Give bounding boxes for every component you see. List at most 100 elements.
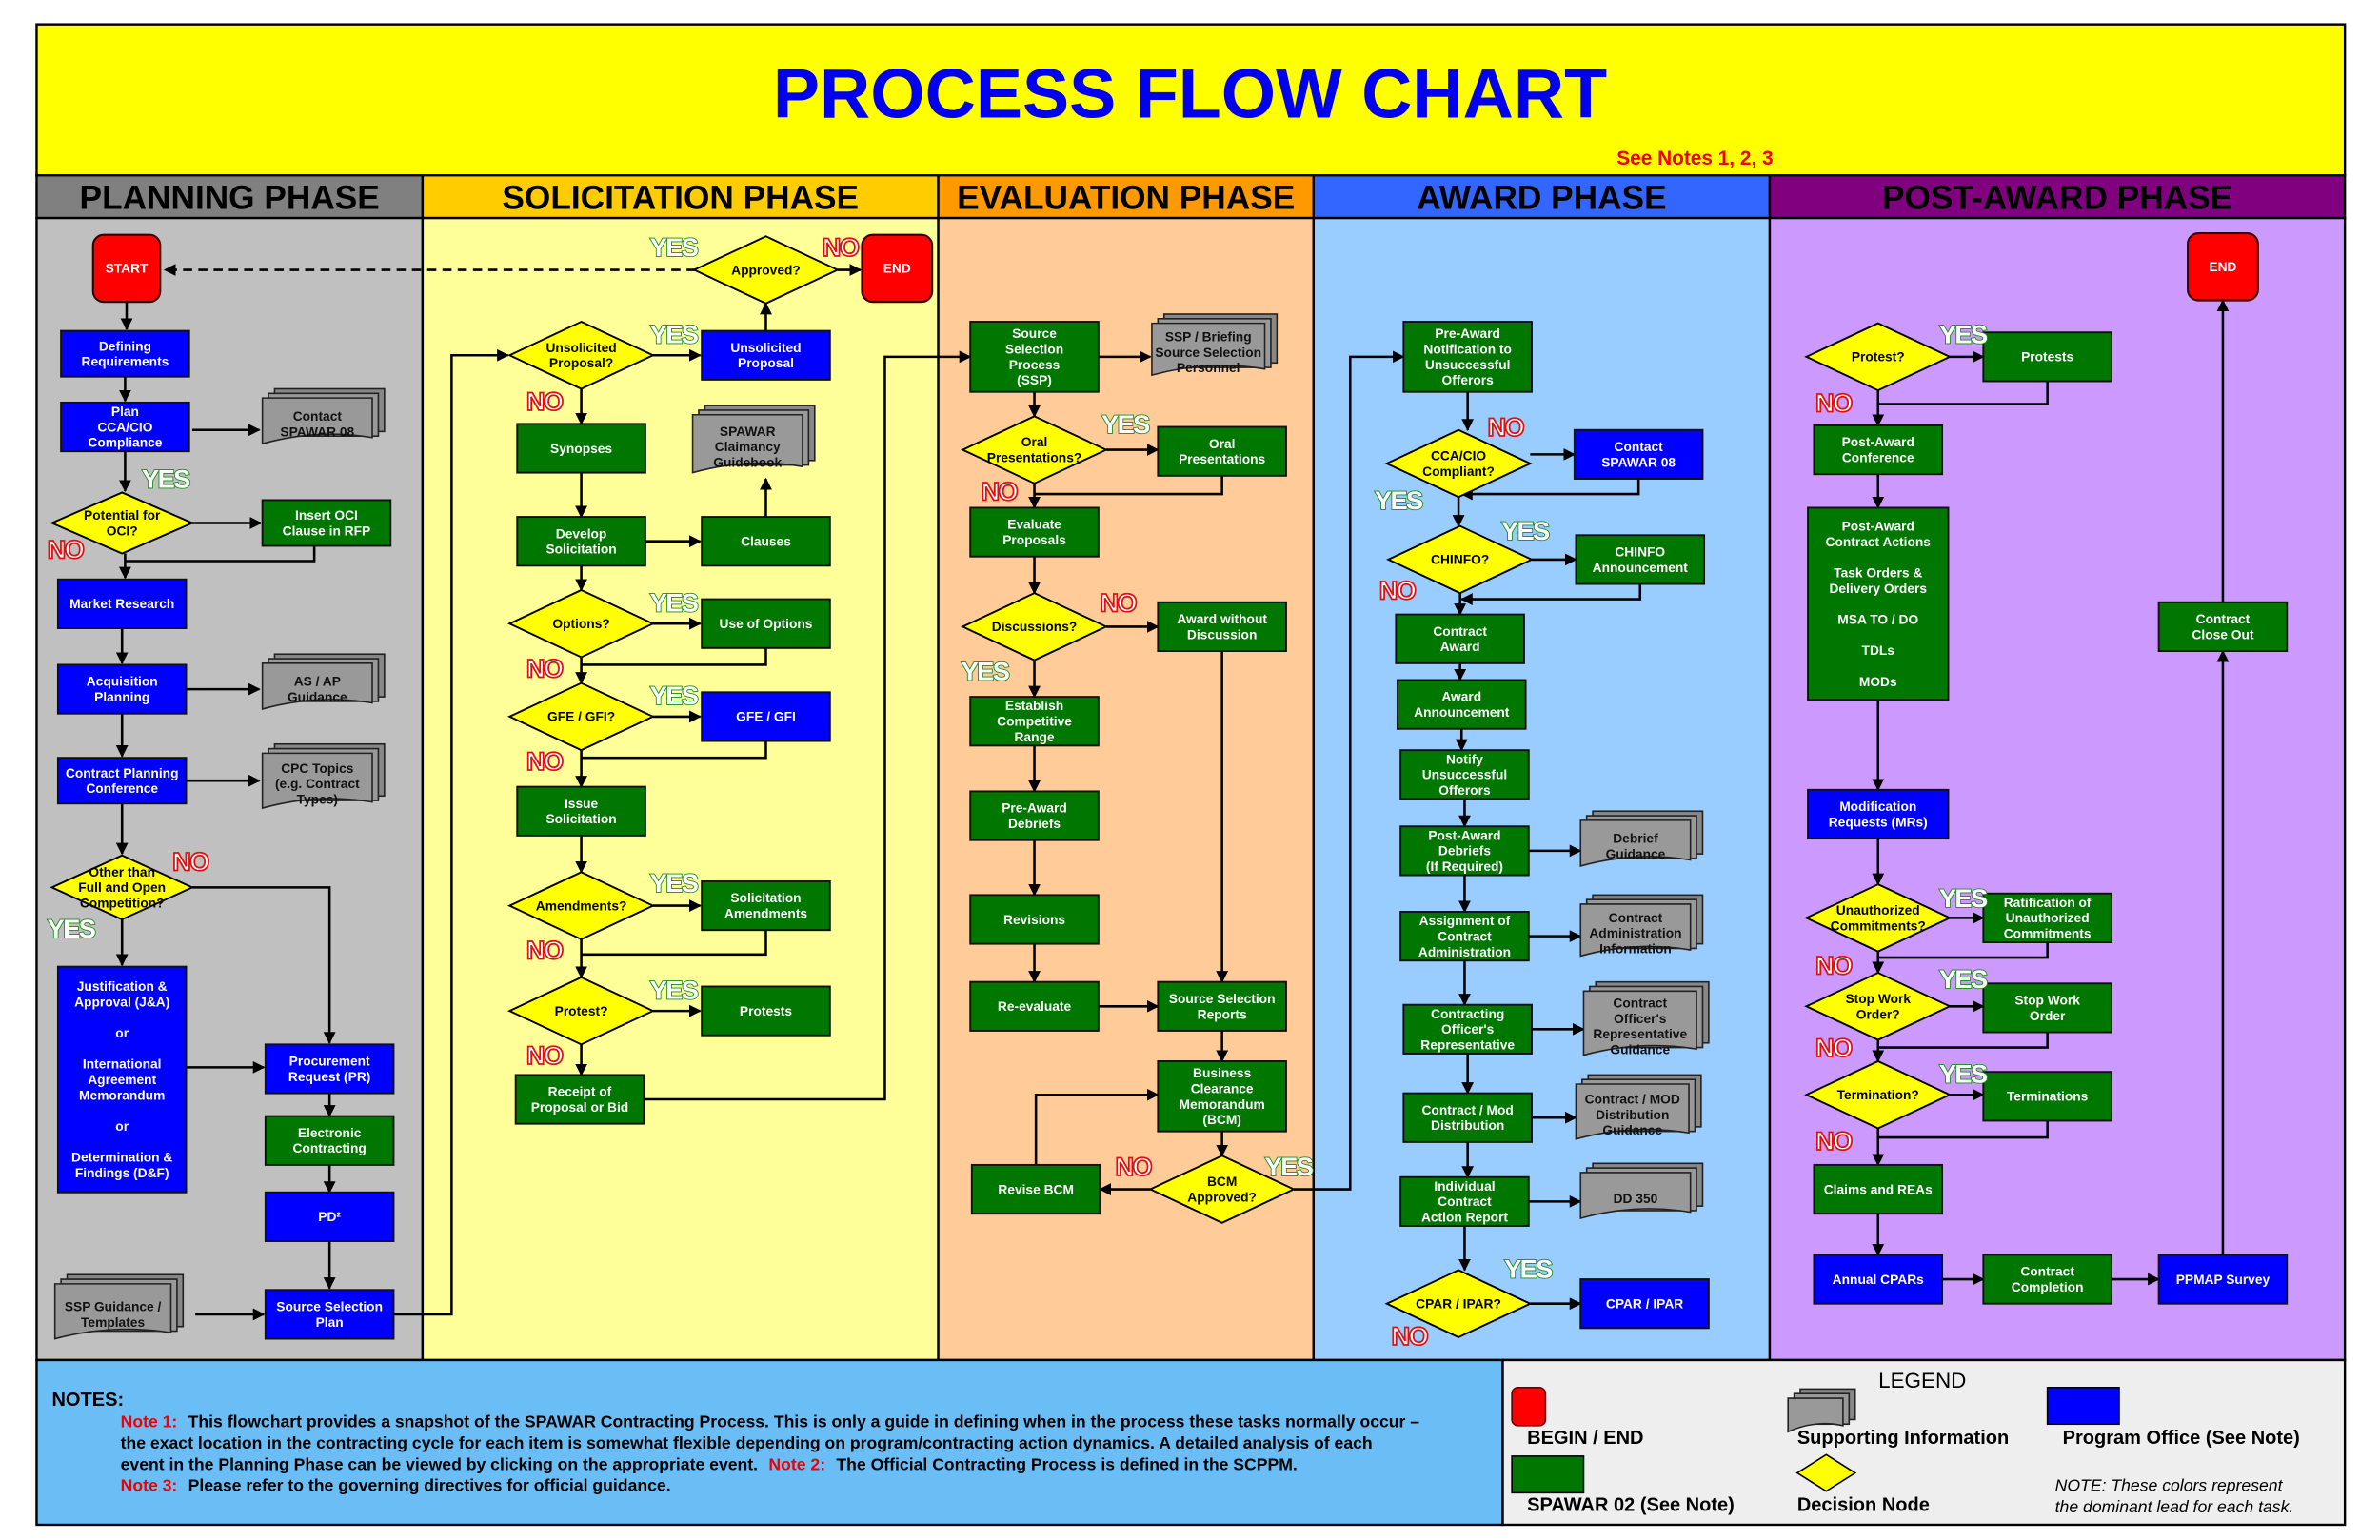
node-annual-cpars[interactable]: Annual CPARs [1813,1254,1944,1305]
node-doc-mod-dist[interactable]: Contract / MODDistributionGuidance [1575,1074,1702,1140]
node-revisions[interactable]: Revisions [969,894,1100,945]
node-ssp[interactable]: Source SelectionProcess(SSP) [969,321,1100,393]
node-ratification[interactable]: Ratification ofUnauthorized Commitments [1982,892,2112,943]
yes-label: YES [650,975,699,1004]
node-revise-bcm[interactable]: Revise BCM [970,1163,1101,1215]
node-reevaluate[interactable]: Re-evaluate [969,980,1100,1032]
see-notes-link[interactable]: See Notes 1, 2, 3 [1616,148,1773,169]
svg-text:Note 3: Please refer to: Note 3: Please refer to the governing di… [121,1476,671,1495]
node-defining-req[interactable]: Defining Requirements [60,329,190,378]
node-oral[interactable]: OralPresentations [1157,425,1287,477]
node-icar[interactable]: IndividualContract Action Report [1399,1175,1530,1227]
node-doc-contact-spawar08[interactable]: ContactSPAWAR 08 [261,387,386,445]
node-chinfo[interactable]: CHINFOAnnouncement [1575,534,1706,585]
yes-label: YES [650,681,699,710]
legend-spawar02: SPAWAR 02 (See Note) [1527,1495,1735,1516]
node-unsolicited[interactable]: UnsolicitedProposal [701,329,831,381]
node-end2[interactable]: END [2187,232,2259,302]
node-evaluate[interactable]: EvaluateProposals [969,506,1100,558]
node-doc-ssp-brief[interactable]: SSP / BriefingSource SelectionPersonnel [1151,313,1279,377]
node-label-line: Contract [1609,911,1663,925]
node-post-actions[interactable]: Post-Award Contract Actions Task Orders &D… [1807,506,1950,701]
note1-line3[interactable]: event in the Planning Phase can be viewe… [121,1454,758,1473]
node-label-line: Officer's [1614,1012,1667,1026]
node-protests2[interactable]: Protests [1982,331,2112,383]
node-contact08[interactable]: ContactSPAWAR 08 [1573,428,1704,480]
node-label-line: Distribution [1431,1118,1504,1133]
node-mrs[interactable]: ModificationRequests (MRs) [1807,788,1950,840]
node-ss-reports[interactable]: Source SelectionReports [1157,980,1287,1032]
node-terminations[interactable]: Terminations [1982,1071,2112,1122]
node-comp-range[interactable]: Establish CompetitiveRange [969,696,1100,747]
node-doc-ca-info[interactable]: ContractAdministration Information [1579,894,1704,958]
node-stop-work[interactable]: Stop WorkOrder [1982,982,2112,1034]
node-label-line: Requirements [82,355,169,369]
node-label-line: Contract [2196,612,2251,626]
node-claims[interactable]: Claims and REAs [1813,1163,1944,1215]
node-label-line: Receipt of [548,1085,612,1099]
node-gfe[interactable]: GFE / GFI [701,691,831,742]
node-sol-amend[interactable]: Solicitation Amendments [701,879,831,932]
node-ss-plan[interactable]: Source SelectionPlan [264,1289,395,1340]
node-doc-asap[interactable]: AS / APGuidance [261,653,386,710]
node-award-ann[interactable]: AwardAnnouncement [1396,679,1527,730]
node-pre-notif[interactable]: Pre-Award Notification toUnsuccessfulOffe… [1402,321,1533,393]
node-label-line: Announcement [1414,705,1510,720]
node-notify-unsucc[interactable]: Notify UnsuccessfulOfferors [1399,749,1530,800]
node-label-line: Order [2030,1009,2066,1023]
node-cpc[interactable]: Contract PlanningConference [56,757,188,805]
node-label-line: END [883,262,911,276]
node-label-line: Contract / MOD [1585,1093,1680,1107]
node-label-line: Pre-Award [1435,326,1500,341]
node-doc-ssp-guidance[interactable]: SSP Guidance /Templates [53,1273,185,1340]
node-close-out[interactable]: ContractClose Out [2157,601,2289,653]
node-assign-ca[interactable]: Assignment ofContract Administration [1399,911,1530,962]
node-insert-oci[interactable]: Insert OCIClause in RFP [261,499,392,547]
node-pd2[interactable]: PD² [264,1191,395,1242]
node-label-line: Personnel [1177,361,1240,375]
node-label-line: Guidance [1602,1123,1662,1137]
node-acq-planning[interactable]: AcquisitionPlanning [56,663,188,715]
node-pre-debriefs[interactable]: Pre-AwardDebriefs [969,790,1100,841]
node-bcm[interactable]: BusinessClearanceMemorandum(BCM) [1157,1060,1287,1133]
node-ja[interactable]: Justification &Approval (J&A) or Internati… [56,965,188,1194]
node-pr[interactable]: ProcurementRequest (PR) [264,1043,395,1095]
node-label-line: Debrief [1613,832,1658,846]
node-label-line: Proposal or Bid [531,1100,629,1115]
node-econtracting[interactable]: ElectronicContracting [264,1115,395,1166]
node-post-conf[interactable]: Post-Award Conference [1813,424,1944,476]
legend-program-office: Program Office (See Note) [2063,1428,2300,1449]
page-title: PROCESS FLOW CHART [773,53,1607,132]
node-label-line: Contract [1433,624,1487,639]
node-award-wo[interactable]: Award withoutDiscussion [1157,601,1287,653]
node-label-line: Contract [1438,929,1492,943]
node-start[interactable]: START [91,233,162,304]
yes-label: YES [1939,319,1988,348]
node-clauses[interactable]: Clauses [701,516,831,567]
phase-title-post_award: POST-AWARD PHASE [1882,179,2232,216]
node-post-debriefs[interactable]: Post-Award Debriefs(If Required) [1399,825,1530,877]
node-cor[interactable]: ContractingOfficer'sRepresentative [1402,1003,1533,1055]
node-synopses[interactable]: Synopses [516,423,646,474]
node-contract-award[interactable]: ContractAward [1395,613,1525,664]
node-ppmap[interactable]: PPMAP Survey [2157,1254,2289,1305]
node-doc-dd350[interactable]: DD 350 [1579,1162,1704,1220]
node-plan-cca[interactable]: PlanCCA/CIO Compliance [60,401,190,453]
node-doc-cpc[interactable]: CPC Topics(e.g. Contract Types) [261,742,386,810]
node-use-options[interactable]: Use of Options [701,598,831,649]
node-doc-cor[interactable]: Contract Officer'sRepresentativeGuidance [1582,980,1710,1057]
node-issue-sol[interactable]: IssueSolicitation [516,785,646,837]
yes-label: YES [1939,1058,1988,1088]
node-develop-sol[interactable]: Develop Solicitation [516,516,646,567]
node-completion[interactable]: ContractCompletion [1982,1254,2112,1305]
node-doc-claimancy[interactable]: SPAWARClaimancy Guidebook [691,405,816,474]
node-cpar[interactable]: CPAR / IPAR [1579,1278,1710,1330]
node-doc-debrief[interactable]: DebriefGuidance [1579,810,1704,867]
node-label-line: Individual [1434,1179,1495,1194]
node-protests1[interactable]: Protests [701,985,831,1037]
node-end1[interactable]: END [861,233,934,304]
no-label: NO [981,476,1018,505]
node-mod-dist[interactable]: Contract / ModDistribution [1402,1092,1533,1143]
node-market-research[interactable]: Market Research [56,578,188,629]
node-receipt[interactable]: Receipt ofProposal or Bid [514,1074,645,1125]
